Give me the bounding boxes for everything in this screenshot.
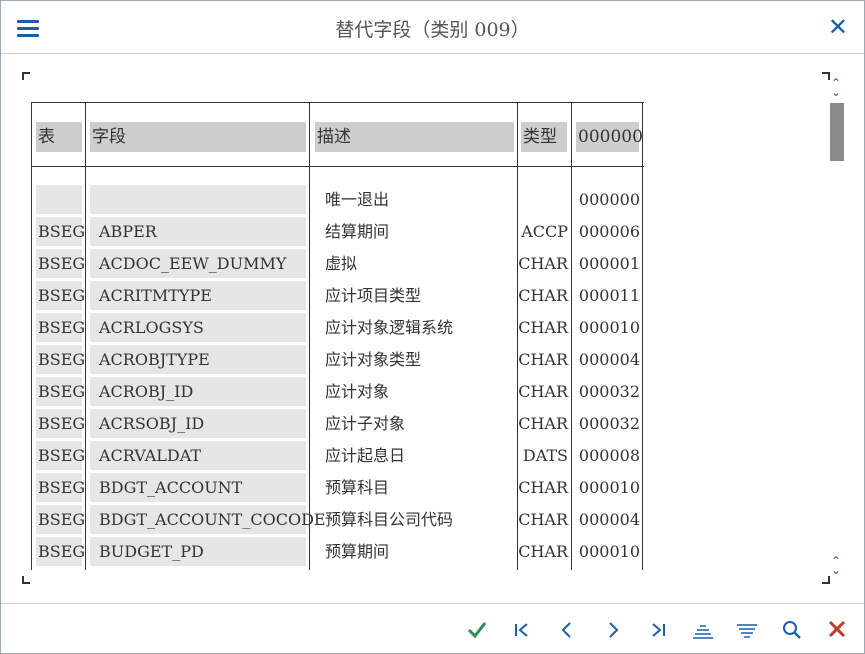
cell-length: 000008 [578, 446, 640, 465]
cell-field: ACROBJ_ID [90, 377, 306, 406]
last-page-icon[interactable] [644, 617, 672, 643]
cell-table: BSEG [36, 537, 85, 566]
cell-length: 000004 [578, 350, 640, 369]
cell-type: CHAR [518, 318, 568, 337]
table-row[interactable]: BSEG BUDGET_PD 预算期间 CHAR 000010 [32, 535, 644, 567]
cell-field: ACRVALDAT [90, 441, 306, 470]
cell-table: BSEG [36, 377, 85, 406]
content-corner-top-left [22, 72, 30, 80]
cell-description: 应计项目类型 [325, 286, 422, 305]
cell-field: ACRITMTYPE [90, 281, 306, 310]
cell-length: 000001 [578, 254, 640, 273]
cell-description: 应计子对象 [325, 414, 406, 433]
table-row[interactable]: BSEG ACRLOGSYS 应计对象逻辑系统 CHAR 000010 [32, 311, 644, 343]
cell-length: 000010 [578, 542, 640, 561]
cell-length: 000000 [578, 190, 640, 209]
cell-table: BSEG [36, 473, 85, 502]
column-header-description[interactable]: 描述 [315, 122, 514, 152]
cell-table: BSEG [36, 281, 85, 310]
cell-length: 000004 [578, 510, 640, 529]
dialog-title: 替代字段（类别 009） [335, 19, 530, 41]
close-icon[interactable]: ✕ [828, 13, 848, 41]
cell-field: ACROBJTYPE [90, 345, 306, 374]
cell-description: 虚拟 [325, 254, 358, 273]
scroll-up-icon[interactable]: ⌃ ⌄ [829, 77, 843, 98]
cell-field: ABPER [90, 217, 306, 246]
cell-description: 应计对象类型 [325, 350, 422, 369]
cell-type: ACCP [521, 222, 568, 241]
table-row[interactable]: 唯一退出 000000 [32, 183, 644, 215]
cell-table: BSEG [36, 217, 85, 246]
cell-field: BDGT_ACCOUNT_COCODE [90, 505, 326, 534]
cell-length: 000032 [578, 382, 640, 401]
header-divider [32, 166, 644, 167]
cell-description: 应计对象逻辑系统 [325, 318, 454, 337]
substitution-field-dialog: 替代字段（类别 009） ✕ 表 字段 描述 类型 000000 唯一退出 000… [0, 0, 865, 654]
cell-description: 预算科目 [325, 478, 390, 497]
table-row[interactable]: BSEG ACROBJ_ID 应计对象 CHAR 000032 [32, 375, 644, 407]
cell-type: CHAR [518, 286, 568, 305]
title-bar: 替代字段（类别 009） ✕ [1, 1, 864, 54]
column-header-type[interactable]: 类型 [521, 122, 567, 152]
cell-type: CHAR [518, 542, 568, 561]
next-icon[interactable] [599, 617, 627, 643]
column-header-field[interactable]: 字段 [90, 122, 306, 152]
table-row[interactable]: BSEG ACRITMTYPE 应计项目类型 CHAR 000011 [32, 279, 644, 311]
cell-description: 唯一退出 [325, 190, 390, 209]
cell-type [518, 185, 568, 214]
checkmark-icon[interactable] [463, 617, 491, 643]
cell-description: 应计起息日 [325, 446, 406, 465]
content-corner-bottom-left [22, 576, 30, 584]
cell-table: BSEG [36, 505, 85, 534]
cell-description: 预算期间 [325, 542, 390, 561]
table-row[interactable]: BSEG BDGT_ACCOUNT 预算科目 CHAR 000010 [32, 471, 644, 503]
content-corner-bottom-right [822, 576, 830, 584]
cell-type: CHAR [518, 350, 568, 369]
scroll-down-icon[interactable]: ⌃ ⌄ [829, 555, 843, 576]
table-row[interactable]: BSEG ACRSOBJ_ID 应计子对象 CHAR 000032 [32, 407, 644, 439]
column-header-table[interactable]: 表 [36, 122, 82, 152]
scrollbar-thumb[interactable] [830, 103, 844, 161]
cancel-icon[interactable] [823, 617, 851, 643]
cell-table: BSEG [36, 345, 85, 374]
cell-type: DATS [522, 446, 568, 465]
cell-type: CHAR [518, 254, 568, 273]
cell-description: 预算科目公司代码 [325, 510, 454, 529]
cell-description: 应计对象 [325, 382, 390, 401]
cell-length: 000011 [578, 286, 640, 305]
cell-description: 结算期间 [325, 222, 390, 241]
cell-type: CHAR [518, 478, 568, 497]
table-row[interactable]: BSEG ABPER 结算期间 ACCP 000006 [32, 215, 644, 247]
cell-length: 000032 [578, 414, 640, 433]
cell-table: BSEG [36, 313, 85, 342]
search-icon[interactable] [778, 617, 806, 643]
cell-field: BDGT_ACCOUNT [90, 473, 306, 502]
cell-type: CHAR [518, 382, 568, 401]
cell-table [36, 185, 82, 214]
cell-field: BUDGET_PD [90, 537, 306, 566]
cell-field [90, 185, 306, 214]
field-list-table: 表 字段 描述 类型 000000 唯一退出 000000 BSEG ABPER 结算期… [31, 102, 644, 570]
cell-type: CHAR [518, 414, 568, 433]
cell-table: BSEG [36, 441, 85, 470]
table-row[interactable]: BSEG BDGT_ACCOUNT_COCODE 预算科目公司代码 CHAR 00000… [32, 503, 644, 535]
table-row[interactable]: BSEG ACROBJTYPE 应计对象类型 CHAR 000004 [32, 343, 644, 375]
cell-length: 000010 [578, 318, 640, 337]
sort-ascending-icon[interactable] [689, 617, 717, 643]
dialog-footer-toolbar [1, 603, 864, 654]
previous-icon[interactable] [553, 617, 581, 643]
cell-field: ACRSOBJ_ID [90, 409, 306, 438]
cell-table: BSEG [36, 249, 85, 278]
table-row[interactable]: BSEG ACDOC_EEW_DUMMY 虚拟 CHAR 000001 [32, 247, 644, 279]
column-header-length[interactable]: 000000 [576, 122, 643, 152]
cell-length: 000010 [578, 478, 640, 497]
cell-type: CHAR [518, 510, 568, 529]
table-row[interactable]: BSEG ACRVALDAT 应计起息日 DATS 000008 [32, 439, 644, 471]
cell-length: 000006 [578, 222, 640, 241]
sort-descending-icon[interactable] [733, 617, 761, 643]
cell-field: ACDOC_EEW_DUMMY [90, 249, 306, 278]
cell-field: ACRLOGSYS [90, 313, 306, 342]
first-page-icon[interactable] [508, 617, 536, 643]
cell-table: BSEG [36, 409, 85, 438]
